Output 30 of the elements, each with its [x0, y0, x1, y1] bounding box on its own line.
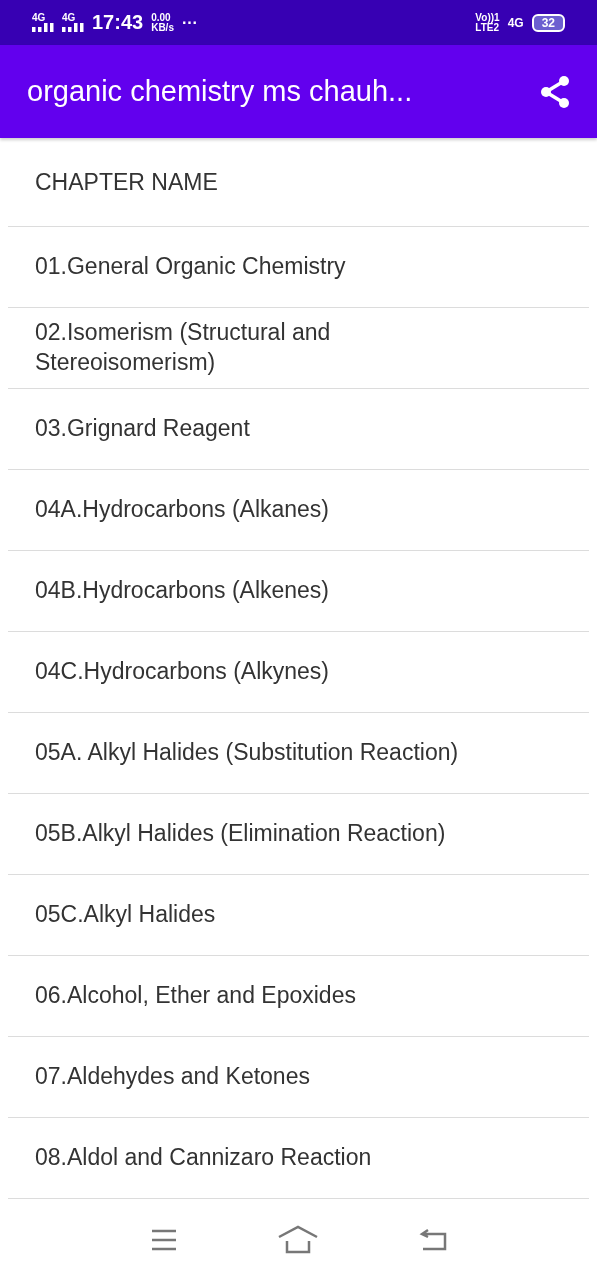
- network-label: 4G: [507, 16, 524, 29]
- chapter-item[interactable]: 08.Aldol and Cannizaro Reaction: [35, 1143, 372, 1173]
- network-label: 4G: [62, 13, 76, 23]
- network-label: 4G: [32, 13, 46, 23]
- chapter-item[interactable]: 02.Isomerism (Structural and Stereoisomerism): [35, 318, 395, 378]
- signal-icon: [62, 23, 84, 32]
- chapter-item[interactable]: 04C.Hydrocarbons (Alkynes): [35, 657, 329, 687]
- clock: 17:43: [92, 11, 144, 34]
- menu-icon[interactable]: [149, 1227, 178, 1252]
- chapter-item[interactable]: 01.General Organic Chemistry: [35, 252, 346, 282]
- volte-label: Vo))1: [475, 12, 500, 23]
- chapter-item[interactable]: 05C.Alkyl Halides: [35, 900, 216, 930]
- chapter-item[interactable]: 07.Aldehydes and Ketones: [35, 1062, 310, 1092]
- home-icon[interactable]: [276, 1224, 319, 1255]
- signal-icon: [32, 23, 54, 32]
- back-icon[interactable]: [417, 1227, 448, 1252]
- list-header: CHAPTER NAME: [35, 168, 218, 196]
- speed-value: 0.00: [151, 12, 171, 23]
- chapter-item[interactable]: 04A.Hydrocarbons (Alkanes): [35, 495, 330, 525]
- share-icon[interactable]: [539, 74, 571, 109]
- chapter-item[interactable]: 05B.Alkyl Halides (Elimination Reaction): [35, 819, 446, 849]
- lte-label: LTE2: [475, 22, 500, 33]
- chapter-item[interactable]: 05A. Alkyl Halides (Substitution Reaction): [35, 738, 459, 768]
- app-title: organic chemistry ms chauh...: [27, 75, 414, 108]
- battery-icon: 32: [531, 13, 565, 32]
- more-indicator: ···: [181, 14, 198, 31]
- speed-unit: KB/s: [151, 22, 174, 33]
- chapter-item[interactable]: 03.Grignard Reagent: [35, 414, 250, 444]
- chapter-item[interactable]: 04B.Hydrocarbons (Alkenes): [35, 576, 330, 606]
- chapter-item[interactable]: 06.Alcohol, Ether and Epoxides: [35, 981, 356, 1011]
